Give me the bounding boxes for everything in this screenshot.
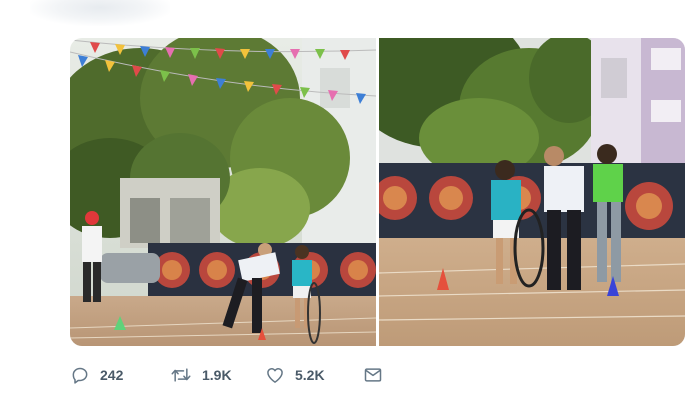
top-fade <box>30 0 170 26</box>
like-count: 5.2K <box>295 367 325 383</box>
tweet-media-grid <box>70 38 685 346</box>
reply-button[interactable]: 242 <box>70 365 170 385</box>
retweet-icon <box>171 368 191 382</box>
sports-day-wide-photo <box>70 38 376 346</box>
retweet-count: 1.9K <box>202 367 232 383</box>
reply-icon <box>72 367 88 384</box>
heart-icon <box>267 368 283 383</box>
tweet-action-bar: 242 1.9K 5.2K <box>70 360 383 390</box>
retweet-button[interactable]: 1.9K <box>170 365 265 385</box>
tweet-photo-left[interactable] <box>70 38 376 346</box>
tweet-photo-right[interactable] <box>379 38 685 346</box>
direct-message-button[interactable] <box>363 365 383 385</box>
reply-count: 242 <box>100 367 124 383</box>
envelope-icon <box>364 368 382 382</box>
sports-day-closeup-photo <box>379 38 685 346</box>
like-button[interactable]: 5.2K <box>265 365 363 385</box>
